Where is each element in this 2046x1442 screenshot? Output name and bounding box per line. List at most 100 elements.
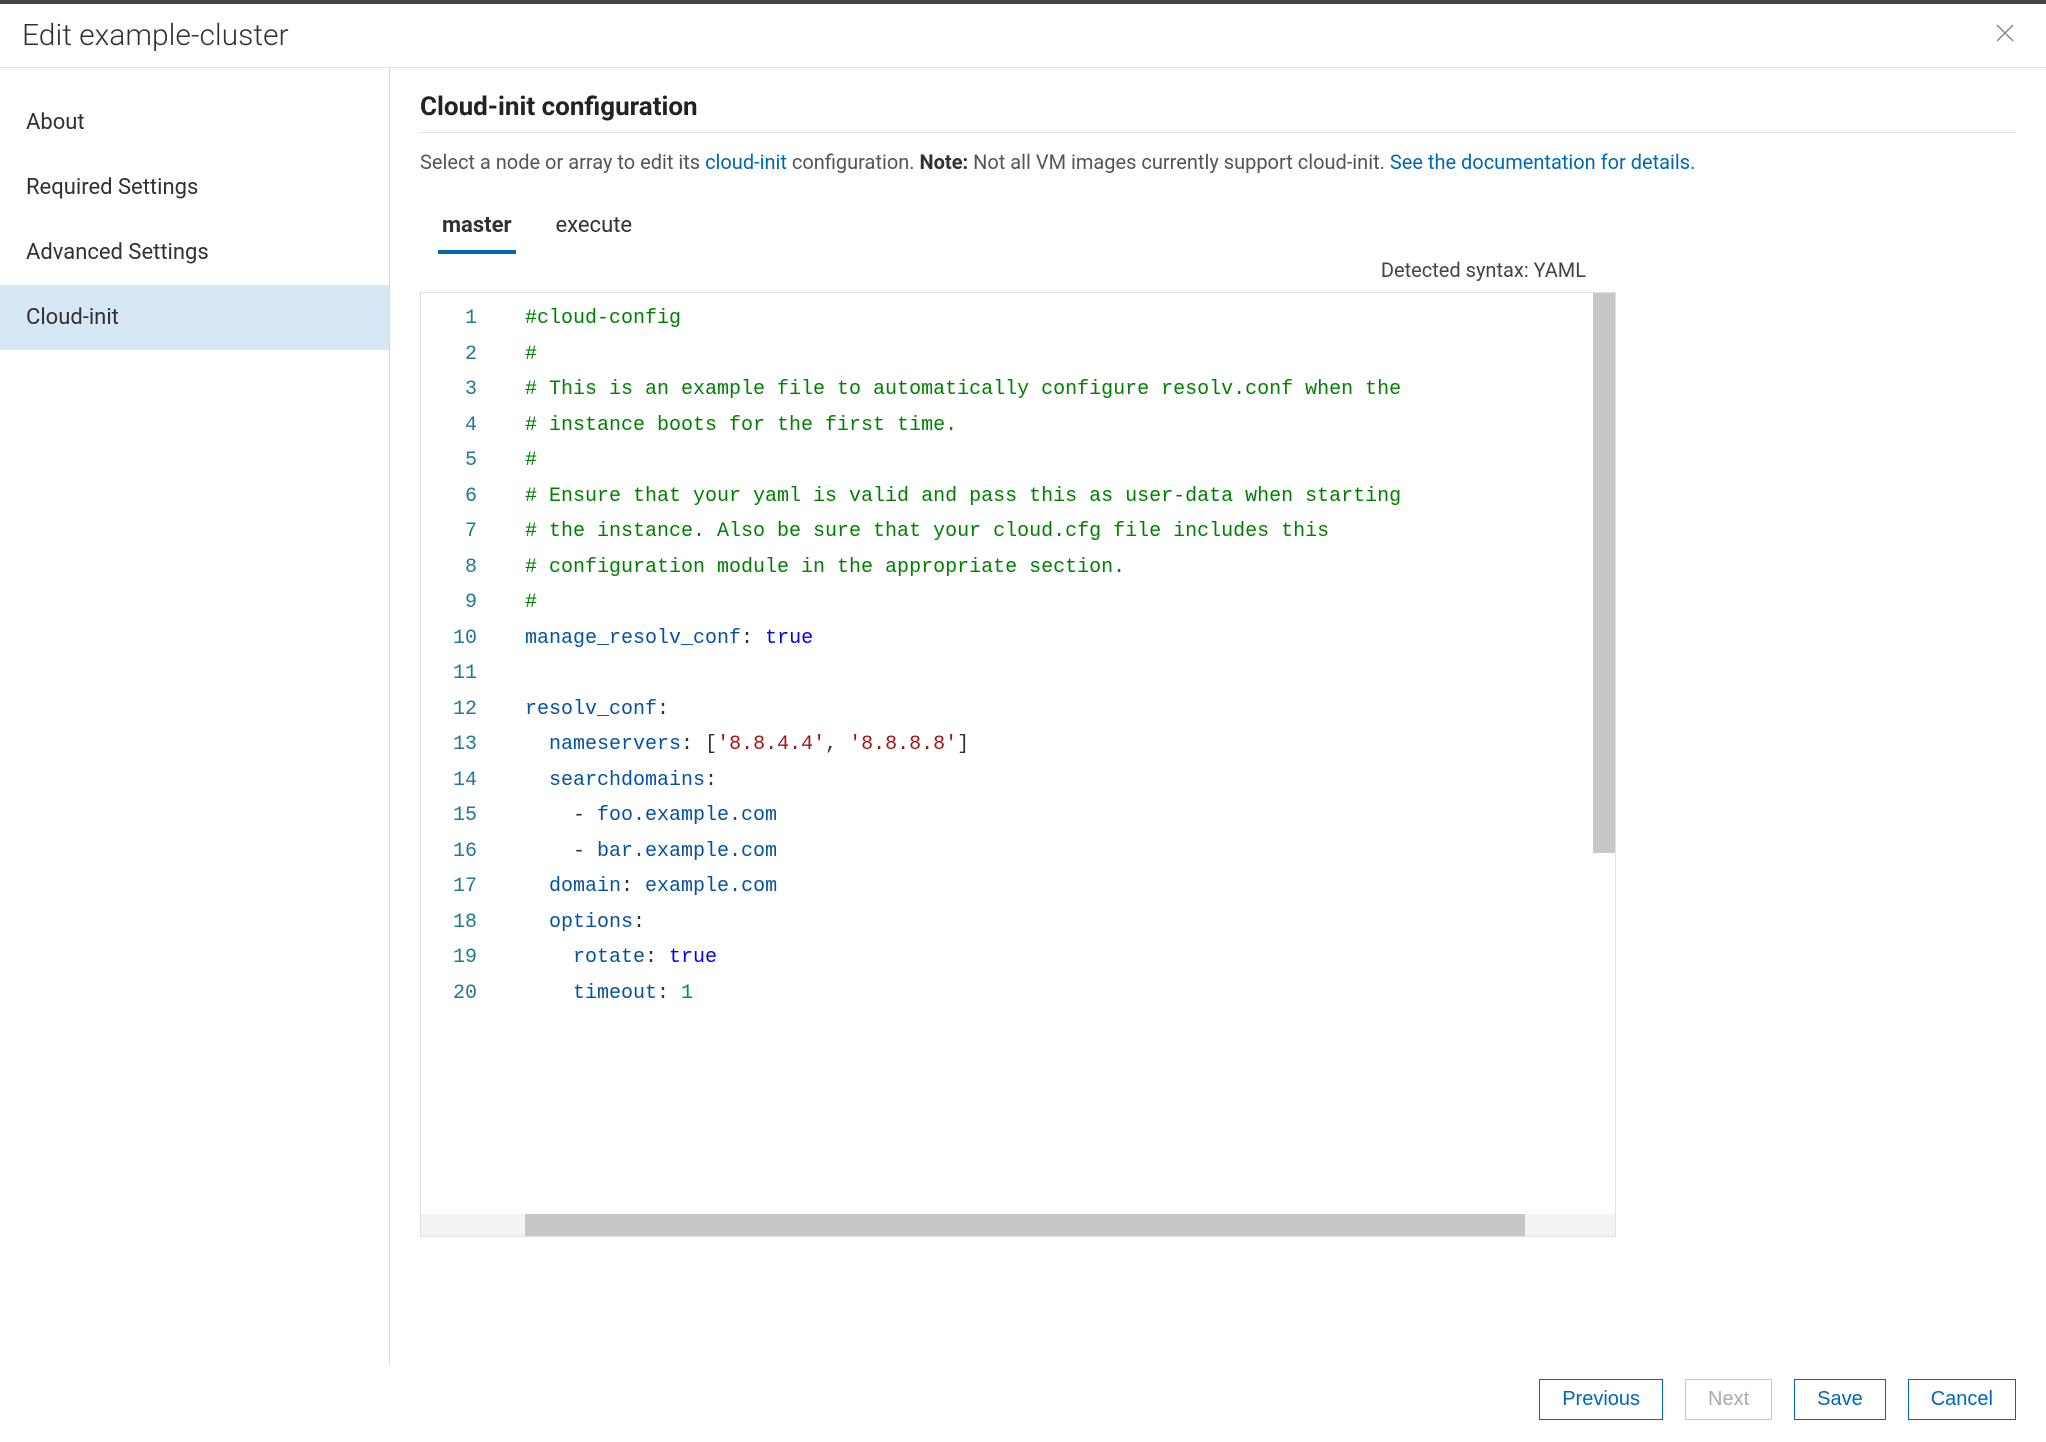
code-line[interactable]: resolv_conf: (525, 692, 1615, 728)
cloud-init-link[interactable]: cloud-init (705, 150, 787, 174)
token: - (525, 840, 597, 863)
code-line[interactable]: timeout: 1 (525, 976, 1615, 1012)
editor-gutter: 1234567891011121314151617181920 (421, 293, 507, 1236)
token: # configuration module in the appropriat… (525, 556, 1125, 579)
token: true (765, 627, 813, 650)
token: # the instance. Also be sure that your c… (525, 520, 1329, 543)
token: # This is an example file to automatical… (525, 378, 1401, 401)
code-editor[interactable]: 1234567891011121314151617181920 #cloud-c… (420, 292, 1616, 1237)
horizontal-scrollbar-thumb[interactable] (525, 1214, 1525, 1236)
token: rotate (573, 946, 645, 969)
token (525, 982, 573, 1005)
token: : (645, 946, 669, 969)
token: 1 (681, 982, 693, 1005)
token: options (549, 911, 633, 934)
desc-text: configuration. (787, 150, 920, 174)
line-number: 9 (421, 585, 477, 621)
code-line[interactable]: # Ensure that your yaml is valid and pas… (525, 479, 1615, 515)
sidebar-item-required-settings[interactable]: Required Settings (0, 155, 389, 220)
code-line[interactable]: - bar.example.com (525, 834, 1615, 870)
desc-text: Not all VM images currently support clou… (968, 150, 1390, 174)
tab-execute[interactable]: execute (552, 205, 637, 254)
code-line[interactable]: domain: example.com (525, 869, 1615, 905)
token: # (525, 591, 537, 614)
sidebar: AboutRequired SettingsAdvanced SettingsC… (0, 68, 390, 1365)
token: manage_resolv_conf (525, 627, 741, 650)
token: resolv_conf (525, 698, 657, 721)
token: # (525, 343, 537, 366)
section-title: Cloud-init configuration (420, 92, 2016, 133)
token: timeout (573, 982, 657, 1005)
line-number: 13 (421, 727, 477, 763)
documentation-link[interactable]: See the documentation for details. (1390, 150, 1696, 174)
line-number: 11 (421, 656, 477, 692)
code-line[interactable]: # instance boots for the first time. (525, 408, 1615, 444)
code-line[interactable]: searchdomains: (525, 763, 1615, 799)
vertical-scrollbar[interactable] (1593, 293, 1615, 853)
token: - (525, 804, 597, 827)
code-line[interactable]: options: (525, 905, 1615, 941)
save-button[interactable]: Save (1794, 1379, 1886, 1420)
token: example.com (645, 875, 777, 898)
next-button: Next (1685, 1379, 1772, 1420)
code-line[interactable]: # (525, 585, 1615, 621)
sidebar-item-about[interactable]: About (0, 90, 389, 155)
token: '8.8.4.4' (717, 733, 825, 756)
token: : (657, 982, 681, 1005)
line-number: 17 (421, 869, 477, 905)
code-line[interactable]: # configuration module in the appropriat… (525, 550, 1615, 586)
dialog-title: Edit example-cluster (22, 18, 289, 53)
editor-content[interactable]: #cloud-config # # This is an example file … (525, 293, 1615, 1011)
line-number: 5 (421, 443, 477, 479)
sidebar-item-advanced-settings[interactable]: Advanced Settings (0, 220, 389, 285)
code-line[interactable]: - foo.example.com (525, 798, 1615, 834)
line-number: 19 (421, 940, 477, 976)
code-line[interactable] (525, 656, 1615, 692)
line-number: 10 (421, 621, 477, 657)
line-number: 20 (421, 976, 477, 1012)
token (525, 911, 549, 934)
code-line[interactable]: #cloud-config (525, 301, 1615, 337)
code-line[interactable]: # (525, 337, 1615, 373)
token (525, 769, 549, 792)
cancel-button[interactable]: Cancel (1908, 1379, 2016, 1420)
horizontal-scrollbar-track[interactable] (421, 1214, 1615, 1236)
token: true (669, 946, 717, 969)
line-number: 7 (421, 514, 477, 550)
token: nameservers (549, 733, 681, 756)
token: #cloud-config (525, 307, 681, 330)
detected-syntax-label: Detected syntax: YAML (420, 258, 2016, 282)
token: foo.example.com (597, 804, 777, 827)
code-line[interactable]: # the instance. Also be sure that your c… (525, 514, 1615, 550)
line-number: 18 (421, 905, 477, 941)
token: : (633, 911, 645, 934)
previous-button[interactable]: Previous (1539, 1379, 1663, 1420)
token: : (741, 627, 765, 650)
token: : (657, 698, 669, 721)
code-line[interactable]: # This is an example file to automatical… (525, 372, 1615, 408)
line-number: 14 (421, 763, 477, 799)
token: bar.example.com (597, 840, 777, 863)
code-line[interactable]: manage_resolv_conf: true (525, 621, 1615, 657)
close-icon[interactable] (1986, 18, 2024, 53)
code-line[interactable]: nameservers: ['8.8.4.4', '8.8.8.8'] (525, 727, 1615, 763)
token: : (621, 875, 645, 898)
token: # (525, 449, 537, 472)
main-content: Cloud-init configuration Select a node o… (390, 68, 2046, 1365)
sidebar-item-cloud-init[interactable]: Cloud-init (0, 285, 389, 350)
token: : [ (681, 733, 717, 756)
line-number: 12 (421, 692, 477, 728)
token: searchdomains (549, 769, 705, 792)
line-number: 8 (421, 550, 477, 586)
token (525, 946, 573, 969)
token: # instance boots for the first time. (525, 414, 957, 437)
line-number: 4 (421, 408, 477, 444)
line-number: 15 (421, 798, 477, 834)
token: , (825, 733, 849, 756)
token: # Ensure that your yaml is valid and pas… (525, 485, 1401, 508)
token: : (705, 769, 717, 792)
code-line[interactable]: rotate: true (525, 940, 1615, 976)
tab-master[interactable]: master (438, 205, 516, 254)
code-line[interactable]: # (525, 443, 1615, 479)
token (525, 733, 549, 756)
